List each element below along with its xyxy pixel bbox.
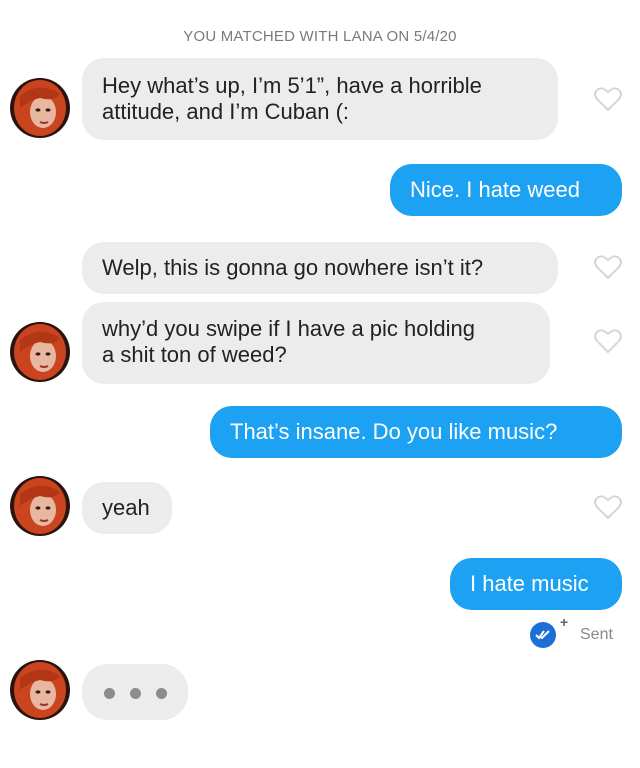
match-header: YOU MATCHED WITH LANA ON 5/4/20 (183, 28, 457, 45)
message-text: I hate music (470, 571, 589, 596)
heart-outline-icon[interactable] (594, 494, 622, 520)
message-text: attitude, and I’m Cuban (: (102, 99, 350, 124)
message-text: Hey what’s up, I’m 5’1”, have a horrible (102, 73, 482, 98)
heart-outline-icon[interactable] (594, 254, 622, 280)
message-bubble-incoming[interactable]: Welp, this is gonna go nowhere isn’t it? (82, 242, 558, 294)
message-text: Welp, this is gonna go nowhere isn’t it? (102, 255, 484, 280)
message-bubble-outgoing[interactable]: I hate music (450, 558, 622, 610)
message-bubble-incoming[interactable]: why’d you swipe if I have a pic holding … (82, 302, 550, 384)
sent-status: + Sent (530, 614, 630, 648)
sent-label: Sent (580, 626, 613, 643)
message-bubble-outgoing[interactable]: Nice. I hate weed (390, 164, 622, 216)
double-check-icon (530, 622, 556, 648)
avatar[interactable] (10, 476, 70, 536)
plus-icon: + (560, 614, 569, 630)
typing-dot (104, 688, 115, 699)
heart-outline-icon[interactable] (594, 328, 622, 354)
message-text: a shit ton of weed? (102, 342, 287, 367)
typing-dots-icon (82, 664, 188, 720)
message-bubble-incoming[interactable]: Hey what’s up, I’m 5’1”, have a horrible… (82, 58, 558, 140)
message-text: why’d you swipe if I have a pic holding (102, 316, 475, 341)
message-bubble-incoming[interactable]: yeah (82, 482, 172, 534)
message-text: yeah (102, 495, 150, 520)
avatar[interactable] (10, 660, 70, 720)
message-text: That’s insane. Do you like music? (230, 419, 558, 444)
message-text: Nice. I hate weed (410, 177, 580, 202)
heart-outline-icon[interactable] (594, 86, 622, 112)
typing-dot (156, 688, 167, 699)
typing-dot (130, 688, 141, 699)
message-bubble-outgoing[interactable]: That’s insane. Do you like music? (210, 406, 622, 458)
avatar[interactable] (10, 322, 70, 382)
avatar[interactable] (10, 78, 70, 138)
